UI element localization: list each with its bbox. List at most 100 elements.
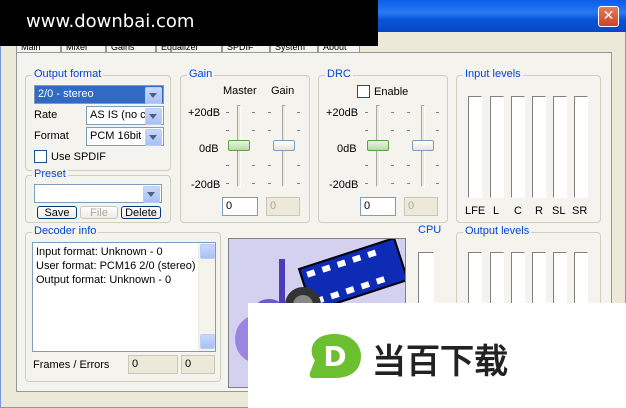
- banner-logo-letter: D: [323, 340, 346, 373]
- tick: [365, 112, 368, 113]
- decoder-info-line: Output format: Unknown - 0: [36, 274, 172, 286]
- use-spdif-checkbox[interactable]: [34, 150, 47, 163]
- gain-input[interactable]: 0: [266, 197, 300, 216]
- errors-value: 0: [185, 358, 192, 370]
- format-label: Format: [34, 130, 69, 142]
- tick: [436, 165, 439, 166]
- input-meter-r: [532, 96, 546, 198]
- tick: [226, 112, 229, 113]
- tick: [436, 183, 439, 184]
- tick: [226, 130, 229, 131]
- drc-db-minus-label: -20dB: [329, 179, 359, 191]
- gain-slider-thumb[interactable]: [273, 140, 295, 151]
- rate-label: Rate: [34, 109, 58, 121]
- gain-value: 0: [270, 200, 277, 212]
- tick: [407, 130, 410, 131]
- drc-level-value: 0: [408, 200, 415, 212]
- delete-button[interactable]: Delete: [121, 206, 161, 219]
- tick: [365, 183, 368, 184]
- channel-label-lfe: LFE: [465, 205, 486, 217]
- frames-field: 0: [128, 355, 178, 374]
- drc-level-input[interactable]: 0: [404, 197, 438, 216]
- decoder-info-text[interactable]: Input format: Unknown - 0 User format: P…: [32, 242, 216, 352]
- drc-title: DRC: [325, 68, 353, 80]
- channel-format-select[interactable]: 2/0 - stereo: [34, 85, 164, 104]
- channel-label-sl: SL: [552, 205, 566, 217]
- decoder-info-line: User format: PCM16 2/0 (stereo) 0: [36, 260, 196, 272]
- master-gain-input[interactable]: 0: [222, 197, 258, 216]
- input-meter-c: [511, 96, 525, 198]
- tick: [297, 112, 300, 113]
- drc-enable-label: Enable: [374, 86, 409, 98]
- tick: [391, 165, 394, 166]
- output-levels-title: Output levels: [463, 225, 532, 237]
- tick: [268, 130, 271, 131]
- channel-label-sr: SR: [572, 205, 588, 217]
- watermark-brand-text: 当百下载: [372, 342, 508, 382]
- tick: [365, 165, 368, 166]
- drc-slider-thumb[interactable]: [367, 140, 389, 151]
- master-gain-value: 0: [226, 200, 233, 212]
- chevron-down-icon: [145, 87, 162, 104]
- file-button[interactable]: File: [80, 206, 118, 219]
- rate-value: AS IS (no ch: [90, 109, 148, 121]
- tick: [407, 112, 410, 113]
- tick: [297, 130, 300, 131]
- preset-select[interactable]: [34, 184, 162, 203]
- tick: [391, 183, 394, 184]
- channel-format-value: 2/0 - stereo: [38, 88, 94, 100]
- tick: [226, 183, 229, 184]
- decoder-info-line: Input format: Unknown - 0: [36, 246, 163, 258]
- channel-label-c: C: [514, 205, 522, 217]
- gain-db-plus-label: +20dB: [188, 107, 221, 119]
- sample-format-value: PCM 16bit: [90, 130, 142, 142]
- gain-db-zero-label: 0dB: [199, 143, 219, 155]
- frames-errors-label: Frames / Errors: [33, 359, 110, 371]
- close-icon: ✕: [602, 8, 615, 24]
- tick: [391, 130, 394, 131]
- input-meter-lfe: [468, 96, 482, 198]
- drc-enable-checkbox[interactable]: [357, 85, 370, 98]
- use-spdif-label: Use SPDIF: [51, 151, 107, 163]
- tick: [268, 165, 271, 166]
- banner-logo-icon: D: [309, 334, 361, 378]
- input-meter-sr: [574, 96, 588, 198]
- tick: [268, 112, 271, 113]
- tick: [268, 183, 271, 184]
- input-meter-sl: [553, 96, 567, 198]
- tick: [436, 130, 439, 131]
- tick: [391, 112, 394, 113]
- watermark-banner-top: www.downbai.com: [0, 0, 378, 46]
- channel-label-l: L: [493, 205, 500, 217]
- tick: [407, 165, 410, 166]
- output-format-title: Output format: [32, 68, 104, 80]
- preset-title: Preset: [32, 168, 68, 180]
- channel-label-r: R: [535, 205, 543, 217]
- master-label: Master: [223, 85, 257, 97]
- drc-level-slider-thumb[interactable]: [412, 140, 434, 151]
- drc-db-plus-label: +20dB: [326, 107, 359, 119]
- tick: [436, 112, 439, 113]
- rate-select[interactable]: AS IS (no ch: [86, 106, 164, 125]
- chevron-down-icon: [145, 129, 162, 146]
- tick: [226, 165, 229, 166]
- decoder-info-scrollbar[interactable]: [198, 243, 215, 351]
- drc-db-zero-label: 0dB: [337, 143, 357, 155]
- frames-value: 0: [132, 358, 139, 370]
- input-meter-l: [490, 96, 504, 198]
- close-button[interactable]: ✕: [598, 6, 619, 27]
- tick: [297, 165, 300, 166]
- chevron-down-icon: [145, 108, 162, 125]
- tick: [252, 112, 255, 113]
- tick: [252, 130, 255, 131]
- scroll-down-icon[interactable]: [200, 334, 215, 349]
- drc-input[interactable]: 0: [360, 197, 396, 216]
- scroll-up-icon[interactable]: [200, 244, 215, 259]
- sample-format-select[interactable]: PCM 16bit: [86, 127, 164, 146]
- save-button[interactable]: Save: [37, 206, 77, 219]
- master-slider-thumb[interactable]: [228, 140, 250, 151]
- tick: [252, 165, 255, 166]
- errors-field: 0: [181, 355, 215, 374]
- gain-db-minus-label: -20dB: [191, 179, 221, 191]
- tick: [407, 183, 410, 184]
